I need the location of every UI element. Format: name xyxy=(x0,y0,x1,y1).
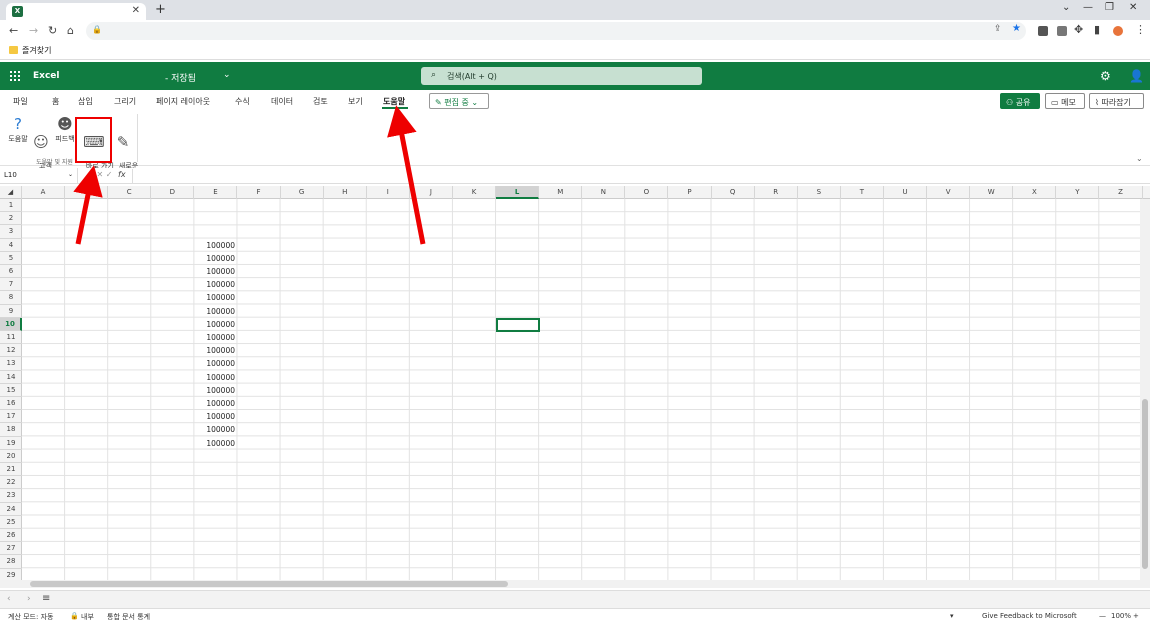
arrow-to-shortcuts-icon xyxy=(73,165,103,245)
arrow-to-help-tab-icon xyxy=(387,105,426,245)
annotation-arrows xyxy=(73,105,426,245)
